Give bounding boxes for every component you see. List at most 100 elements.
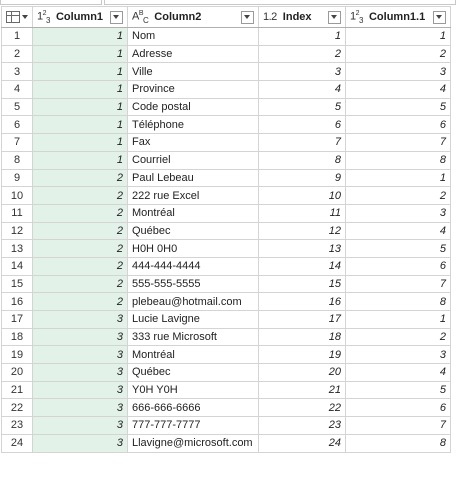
cell-index[interactable]: 13 bbox=[258, 239, 346, 258]
table-row[interactable]: 7 1 Fax 7 7 bbox=[1, 133, 451, 152]
cell-column1[interactable]: 2 bbox=[32, 292, 128, 311]
table-row[interactable]: 24 3 Llavigne@microsoft.com 24 8 bbox=[1, 433, 451, 453]
cell-index[interactable]: 2 bbox=[258, 44, 346, 64]
cell-column1-1[interactable]: 4 bbox=[345, 363, 451, 382]
cell-column2[interactable]: Montréal bbox=[127, 203, 259, 223]
row-number[interactable]: 23 bbox=[1, 416, 33, 435]
row-number[interactable]: 15 bbox=[1, 274, 33, 294]
cell-column1[interactable]: 2 bbox=[32, 239, 128, 258]
cell-column1-1[interactable]: 8 bbox=[345, 292, 451, 311]
table-row[interactable]: 16 2 plebeau@hotmail.com 16 8 bbox=[1, 292, 451, 311]
cell-column1[interactable]: 1 bbox=[32, 150, 128, 170]
table-row[interactable]: 15 2 555-555-5555 15 7 bbox=[1, 274, 451, 294]
column-header-index[interactable]: 1.2 Index bbox=[258, 6, 346, 28]
table-menu-button[interactable] bbox=[1, 6, 33, 28]
table-row[interactable]: 22 3 666-666-6666 22 6 bbox=[1, 398, 451, 418]
column-header-column1-1[interactable]: 123 Column1.1 bbox=[345, 6, 451, 28]
row-number[interactable]: 8 bbox=[1, 150, 33, 170]
cell-index[interactable]: 23 bbox=[258, 416, 346, 435]
cell-column2[interactable]: Ville bbox=[127, 62, 259, 82]
table-row[interactable]: 13 2 H0H 0H0 13 5 bbox=[1, 239, 451, 258]
cell-column1[interactable]: 1 bbox=[32, 115, 128, 135]
cell-column1[interactable]: 2 bbox=[32, 256, 128, 276]
cell-column2[interactable]: 333 rue Microsoft bbox=[127, 327, 259, 347]
cell-column2[interactable]: plebeau@hotmail.com bbox=[127, 292, 259, 311]
cell-column1-1[interactable]: 2 bbox=[345, 327, 451, 347]
table-row[interactable]: 11 2 Montréal 11 3 bbox=[1, 203, 451, 223]
table-row[interactable]: 6 1 Téléphone 6 6 bbox=[1, 115, 451, 135]
table-row[interactable]: 14 2 444-444-4444 14 6 bbox=[1, 256, 451, 276]
filter-dropdown-button[interactable] bbox=[110, 10, 123, 24]
cell-column1-1[interactable]: 4 bbox=[345, 80, 451, 99]
cell-column2[interactable]: Adresse bbox=[127, 44, 259, 64]
cell-index[interactable]: 8 bbox=[258, 150, 346, 170]
row-number[interactable]: 21 bbox=[1, 380, 33, 400]
cell-column1[interactable]: 1 bbox=[32, 62, 128, 82]
cell-column2[interactable]: Nom bbox=[127, 27, 259, 46]
row-number[interactable]: 9 bbox=[1, 168, 33, 188]
table-row[interactable]: 8 1 Courriel 8 8 bbox=[1, 150, 451, 170]
cell-column1-1[interactable]: 7 bbox=[345, 133, 451, 152]
cell-column1[interactable]: 1 bbox=[32, 80, 128, 99]
cell-column1-1[interactable]: 5 bbox=[345, 97, 451, 117]
row-number[interactable]: 20 bbox=[1, 363, 33, 382]
cell-column2[interactable]: 444-444-4444 bbox=[127, 256, 259, 276]
cell-column2[interactable]: Y0H Y0H bbox=[127, 380, 259, 400]
cell-column1-1[interactable]: 8 bbox=[345, 150, 451, 170]
cell-column2[interactable]: Fax bbox=[127, 133, 259, 152]
cell-column1-1[interactable]: 4 bbox=[345, 221, 451, 241]
cell-index[interactable]: 19 bbox=[258, 345, 346, 365]
cell-column1[interactable]: 3 bbox=[32, 380, 128, 400]
table-row[interactable]: 1 1 Nom 1 1 bbox=[1, 27, 451, 46]
table-row[interactable]: 12 2 Québec 12 4 bbox=[1, 221, 451, 241]
cell-index[interactable]: 18 bbox=[258, 327, 346, 347]
cell-column1-1[interactable]: 3 bbox=[345, 62, 451, 82]
cell-column2[interactable]: 222 rue Excel bbox=[127, 186, 259, 205]
cell-column1[interactable]: 2 bbox=[32, 186, 128, 205]
cell-column1-1[interactable]: 7 bbox=[345, 274, 451, 294]
cell-index[interactable]: 10 bbox=[258, 186, 346, 205]
cell-column1-1[interactable]: 6 bbox=[345, 115, 451, 135]
cell-column1-1[interactable]: 1 bbox=[345, 27, 451, 46]
row-number[interactable]: 1 bbox=[1, 27, 33, 46]
cell-index[interactable]: 4 bbox=[258, 80, 346, 99]
text-type-icon[interactable]: ABC bbox=[132, 10, 149, 25]
cell-column2[interactable]: Courriel bbox=[127, 150, 259, 170]
cell-column1[interactable]: 3 bbox=[32, 345, 128, 365]
row-number[interactable]: 5 bbox=[1, 97, 33, 117]
row-number[interactable]: 13 bbox=[1, 239, 33, 258]
row-number[interactable]: 17 bbox=[1, 310, 33, 329]
cell-column1-1[interactable]: 5 bbox=[345, 380, 451, 400]
cell-index[interactable]: 16 bbox=[258, 292, 346, 311]
table-row[interactable]: 9 2 Paul Lebeau 9 1 bbox=[1, 168, 451, 188]
cell-column1-1[interactable]: 8 bbox=[345, 433, 451, 453]
row-number[interactable]: 24 bbox=[1, 433, 33, 453]
cell-column2[interactable]: Code postal bbox=[127, 97, 259, 117]
cell-column1[interactable]: 3 bbox=[32, 398, 128, 418]
cell-column1-1[interactable]: 3 bbox=[345, 345, 451, 365]
cell-index[interactable]: 20 bbox=[258, 363, 346, 382]
cell-column1[interactable]: 3 bbox=[32, 310, 128, 329]
cell-column1-1[interactable]: 1 bbox=[345, 310, 451, 329]
cell-column2[interactable]: H0H 0H0 bbox=[127, 239, 259, 258]
number-type-icon[interactable]: 123 bbox=[350, 10, 363, 25]
cell-column2[interactable]: Téléphone bbox=[127, 115, 259, 135]
cell-index[interactable]: 6 bbox=[258, 115, 346, 135]
table-row[interactable]: 21 3 Y0H Y0H 21 5 bbox=[1, 380, 451, 400]
cell-column2[interactable]: 666-666-6666 bbox=[127, 398, 259, 418]
row-number[interactable]: 3 bbox=[1, 62, 33, 82]
cell-column1[interactable]: 3 bbox=[32, 327, 128, 347]
table-row[interactable]: 23 3 777-777-7777 23 7 bbox=[1, 416, 451, 435]
cell-column1[interactable]: 1 bbox=[32, 27, 128, 46]
cell-column2[interactable]: Llavigne@microsoft.com bbox=[127, 433, 259, 453]
cell-index[interactable]: 22 bbox=[258, 398, 346, 418]
cell-column1-1[interactable]: 5 bbox=[345, 239, 451, 258]
cell-column2[interactable]: 555-555-5555 bbox=[127, 274, 259, 294]
number-type-icon[interactable]: 123 bbox=[37, 10, 50, 25]
cell-column1[interactable]: 2 bbox=[32, 168, 128, 188]
row-number[interactable]: 11 bbox=[1, 203, 33, 223]
cell-column1[interactable]: 1 bbox=[32, 44, 128, 64]
row-number[interactable]: 22 bbox=[1, 398, 33, 418]
cell-column1[interactable]: 3 bbox=[32, 363, 128, 382]
row-number[interactable]: 7 bbox=[1, 133, 33, 152]
